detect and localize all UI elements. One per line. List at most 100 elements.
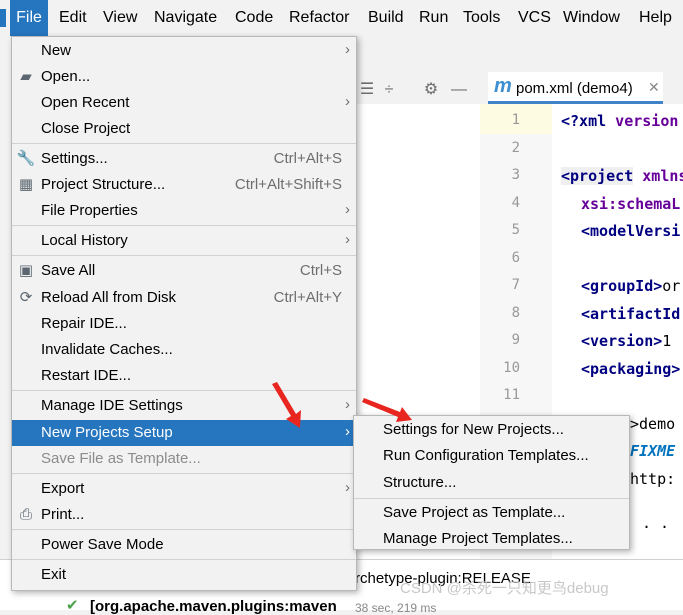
code-token: http: — [630, 470, 676, 488]
menu-item-open[interactable]: ▰ Open... — [12, 64, 356, 90]
chevron-right-icon: › — [345, 201, 350, 218]
menu-separator — [12, 529, 356, 530]
menu-refactor[interactable]: Refactor — [289, 0, 349, 36]
shortcut: Ctrl+Alt+Shift+S — [234, 176, 342, 193]
menu-build[interactable]: Build — [368, 0, 404, 36]
menu-item-open-recent[interactable]: Open Recent › — [12, 90, 356, 116]
code-token: >demo — [630, 415, 676, 433]
menu-tools[interactable]: Tools — [463, 0, 500, 36]
chevron-right-icon: › — [345, 93, 350, 110]
menu-item-new-projects-setup[interactable]: New Projects Setup › — [12, 420, 356, 446]
chevron-right-icon: › — [345, 423, 350, 440]
menu-item-project-structure[interactable]: ▦ Project Structure... Ctrl+Alt+Shift+S — [12, 172, 356, 198]
file-menu: New › ▰ Open... Open Recent › Close Project… — [11, 36, 357, 591]
shortcut: Ctrl+Alt+Y — [273, 289, 342, 306]
line-number: 4 — [511, 195, 520, 211]
scroll-from-source-icon[interactable]: ☰ — [357, 80, 377, 100]
project-structure-icon: ▦ — [18, 176, 34, 193]
menu-item-new[interactable]: New › — [12, 38, 356, 64]
collapse-all-icon[interactable]: ÷ — [379, 80, 399, 100]
menu-item-restart-ide[interactable]: Restart IDE... — [12, 363, 356, 389]
line-number: 1 — [511, 112, 520, 128]
menu-separator — [12, 255, 356, 256]
code-token: <project — [561, 167, 634, 185]
menu-item-print[interactable]: ⎙ Print... — [12, 502, 356, 528]
menu-separator — [12, 143, 356, 144]
menu-item-label: Project Structure... — [41, 176, 166, 193]
line-number: 8 — [511, 305, 520, 321]
menu-vcs[interactable]: VCS — [518, 0, 551, 36]
menu-item-label: Power Save Mode — [41, 536, 164, 553]
menu-item-invalidate-caches[interactable]: Invalidate Caches... — [12, 337, 356, 363]
gear-icon[interactable]: ⚙ — [421, 80, 441, 100]
menu-item-manage-ide-settings[interactable]: Manage IDE Settings › — [12, 393, 356, 419]
reload-icon: ⟳ — [19, 289, 33, 306]
print-icon: ⎙ — [19, 506, 32, 523]
menu-code[interactable]: Code — [235, 0, 273, 36]
line-number: 10 — [503, 360, 520, 376]
menu-item-label: Save All — [41, 262, 96, 279]
menu-separator — [12, 390, 356, 391]
menu-item-label: New Projects Setup — [41, 424, 173, 441]
menu-run[interactable]: Run — [419, 0, 448, 36]
code-token: . . — [642, 514, 670, 532]
menu-help[interactable]: Help — [639, 0, 672, 36]
code-token: <?xml — [561, 112, 607, 130]
close-icon[interactable]: ✕ — [648, 79, 660, 96]
menu-separator — [12, 225, 356, 226]
menu-edit[interactable]: Edit — [59, 0, 87, 36]
menu-item-reload[interactable]: ⟳ Reload All from Disk Ctrl+Alt+Y — [12, 285, 356, 311]
chevron-right-icon: › — [345, 41, 350, 58]
code-token: <packaging> — [581, 360, 681, 378]
menu-item-close-project[interactable]: Close Project — [12, 116, 356, 142]
chevron-right-icon: › — [345, 396, 350, 413]
check-icon: ✔ — [66, 597, 79, 614]
submenu-item-label: Run Configuration Templates... — [383, 447, 589, 464]
menu-item-save-all[interactable]: ▣ Save All Ctrl+S — [12, 258, 356, 284]
menu-item-label: Exit — [41, 566, 67, 583]
menu-item-save-file-as-template: Save File as Template... — [12, 446, 356, 472]
menu-item-label: Save File as Template... — [41, 450, 201, 467]
menu-item-label: Manage IDE Settings — [41, 397, 183, 414]
line-number: 7 — [511, 277, 520, 293]
menu-item-repair-ide[interactable]: Repair IDE... — [12, 311, 356, 337]
menu-item-local-history[interactable]: Local History › — [12, 228, 356, 254]
menu-item-label: Settings... — [41, 150, 108, 167]
menu-separator — [354, 498, 629, 499]
code-token: <modelVersi — [581, 222, 681, 240]
menu-item-label: Restart IDE... — [41, 367, 132, 384]
code-token: FIXME — [630, 442, 676, 460]
line-number: 6 — [511, 250, 520, 266]
hide-icon[interactable]: — — [449, 80, 469, 100]
menu-item-power-save[interactable]: Power Save Mode — [12, 532, 356, 558]
menu-item-file-properties[interactable]: File Properties › — [12, 198, 356, 224]
editor-tab-pom[interactable]: m pom.xml (demo4) ✕ — [488, 72, 663, 104]
submenu-item-save-project-as-template[interactable]: Save Project as Template... — [354, 500, 629, 526]
line-number: 11 — [503, 387, 520, 403]
submenu-item-structure[interactable]: Structure... — [354, 470, 629, 496]
annotation-arrow-icon — [362, 398, 412, 422]
menu-file[interactable]: File — [10, 0, 48, 36]
wrench-icon: 🔧 — [16, 150, 36, 167]
menu-separator — [12, 559, 356, 560]
menu-item-label: Local History — [41, 232, 128, 249]
submenu-item-run-configuration-templates[interactable]: Run Configuration Templates... — [354, 443, 629, 469]
new-projects-setup-submenu: Settings for New Projects... Run Configu… — [353, 415, 630, 550]
submenu-item-label: Manage Project Templates... — [383, 530, 573, 547]
menu-item-label: Repair IDE... — [41, 315, 127, 332]
shortcut: Ctrl+Alt+S — [273, 150, 342, 167]
menu-item-label: Open Recent — [41, 94, 130, 111]
code-token: <artifactId — [581, 305, 681, 323]
menu-item-label: Open... — [41, 68, 91, 85]
menu-navigate[interactable]: Navigate — [154, 0, 217, 36]
menu-view[interactable]: View — [103, 0, 137, 36]
menu-item-settings[interactable]: 🔧 Settings... Ctrl+Alt+S — [12, 146, 356, 172]
submenu-item-manage-project-templates[interactable]: Manage Project Templates... — [354, 526, 629, 552]
menu-item-exit[interactable]: Exit — [12, 562, 356, 588]
menu-bar: File Edit View Navigate Code Refactor Bu… — [0, 0, 683, 36]
line-number: 9 — [511, 332, 520, 348]
code-token: xsi:schemaL — [581, 195, 681, 213]
menu-window[interactable]: Window — [563, 0, 620, 36]
save-icon: ▣ — [18, 262, 34, 279]
menu-item-export[interactable]: Export › — [12, 476, 356, 502]
